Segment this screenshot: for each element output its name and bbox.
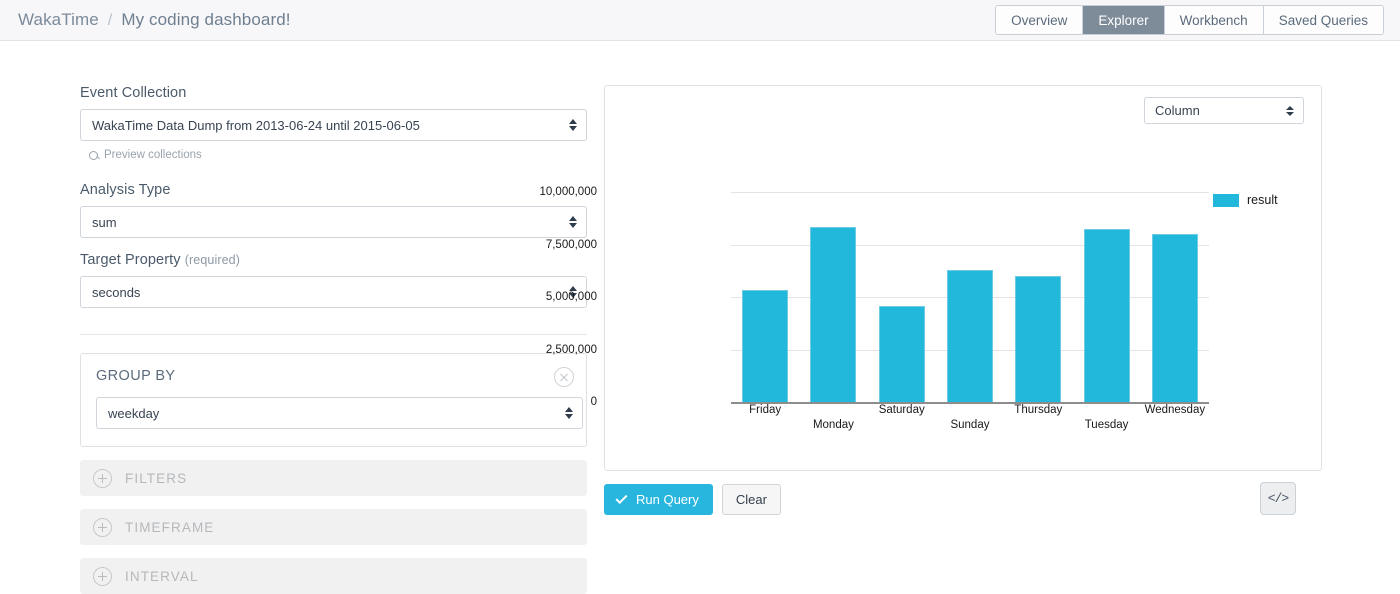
y-axis-tick-label: 2,500,000	[545, 343, 597, 356]
bar-slot	[1072, 192, 1140, 402]
stepper-arrows-icon	[569, 216, 577, 228]
plus-circle-icon	[93, 517, 112, 537]
chart-pane: Column result 0 2,500,000 5,000,000 7,500,0…	[539, 41, 1400, 569]
bar-chart: result 0 2,500,000 5,000,000 7,500,000 10,00…	[539, 86, 1323, 472]
y-axis-tick-label: 5,000,000	[545, 291, 597, 303]
target-property-label-text: Target Property	[80, 252, 181, 268]
timeframe-accordion[interactable]: TIMEFRAME	[80, 509, 587, 545]
bar[interactable]	[1083, 228, 1130, 402]
close-icon[interactable]	[554, 367, 574, 387]
y-axis-tick-label: 7,500,000	[545, 238, 597, 251]
target-property-value: seconds	[92, 284, 141, 300]
bar[interactable]	[1151, 234, 1198, 402]
group-by-value: weekday	[108, 405, 160, 421]
section-divider	[80, 334, 587, 335]
preview-collections-link[interactable]: Preview collections	[89, 149, 590, 161]
bar-slot	[868, 192, 936, 402]
tab-saved-queries[interactable]: Saved Queries	[1263, 6, 1383, 34]
nav-tabs: Overview Explorer Workbench Saved Querie…	[995, 5, 1384, 35]
tab-workbench[interactable]: Workbench	[1164, 6, 1264, 34]
query-builder-sidebar: Event Collection WakaTime Data Dump from…	[0, 41, 590, 594]
bar[interactable]	[1015, 276, 1062, 402]
target-property-label: Target Property (required)	[80, 252, 590, 268]
breadcrumb: WakaTime / My coding dashboard!	[18, 10, 291, 30]
clear-button[interactable]: Clear	[721, 484, 781, 515]
bar-slot	[936, 192, 1004, 402]
filters-accordion[interactable]: FILTERS	[80, 460, 587, 496]
x-axis-tick-label: Thursday	[1014, 404, 1063, 416]
bar[interactable]	[810, 227, 857, 402]
run-query-label: Run Query	[636, 492, 699, 507]
x-axis-tick-label: Tuesday	[1084, 419, 1129, 431]
bar[interactable]	[742, 289, 789, 402]
x-axis-tick-label: Friday	[749, 404, 782, 416]
x-axis-tick-label: Sunday	[950, 419, 990, 431]
legend-swatch	[1213, 193, 1239, 207]
preview-collections-label: Preview collections	[104, 149, 202, 161]
analysis-type-value: sum	[92, 214, 117, 230]
event-collection-value: WakaTime Data Dump from 2013-06-24 until…	[92, 117, 420, 133]
chart-legend: result	[1213, 193, 1278, 207]
bar-slot	[799, 192, 867, 402]
x-axis-labels: Friday Monday Saturday Sunday Thursday Tuesda…	[731, 404, 1209, 431]
interval-accordion[interactable]: INTERVAL	[80, 558, 587, 594]
x-axis-tick-label: Saturday	[878, 404, 925, 416]
check-icon	[615, 491, 628, 505]
tab-explorer[interactable]: Explorer	[1083, 6, 1165, 34]
filters-label: FILTERS	[125, 470, 188, 486]
top-bar: WakaTime / My coding dashboard! Overview…	[0, 0, 1400, 41]
bar[interactable]	[878, 306, 925, 402]
event-collection-select[interactable]: WakaTime Data Dump from 2013-06-24 until…	[80, 109, 587, 141]
breadcrumb-separator: /	[107, 12, 113, 29]
group-by-title: GROUP BY	[96, 368, 176, 384]
analysis-type-select[interactable]: sum	[80, 206, 587, 238]
y-axis-tick-label: 10,000,000	[539, 186, 597, 198]
tab-overview[interactable]: Overview	[996, 6, 1084, 34]
y-axis-tick-label: 0	[590, 396, 597, 408]
plot-area: 0 2,500,000 5,000,000 7,500,000 10,000,000	[539, 186, 1209, 408]
chart-card: Column result 0 2,500,000 5,000,000 7,500,0…	[539, 85, 1323, 472]
analysis-type-label: Analysis Type	[80, 182, 171, 198]
stepper-arrows-icon	[569, 119, 577, 131]
target-property-select[interactable]: seconds	[80, 276, 587, 308]
plus-circle-icon	[93, 468, 112, 488]
interval-label: INTERVAL	[125, 568, 199, 584]
search-icon	[89, 150, 98, 160]
bar-slot	[731, 192, 799, 402]
group-by-select[interactable]: weekday	[96, 397, 583, 429]
brand-name[interactable]: WakaTime	[18, 10, 99, 30]
legend-label: result	[1247, 193, 1278, 207]
bar-series	[731, 192, 1209, 402]
group-by-card: GROUP BY weekday	[80, 353, 587, 447]
plus-circle-icon	[93, 566, 112, 586]
code-icon[interactable]: </>	[1260, 482, 1296, 515]
bar-slot	[1004, 192, 1072, 402]
x-axis-tick-label: Wednesday	[1144, 404, 1206, 416]
target-property-required-note: (required)	[184, 253, 240, 267]
page-title: My coding dashboard!	[121, 10, 291, 29]
bar[interactable]	[946, 270, 993, 402]
chart-actions: Run Query Clear	[604, 484, 781, 515]
event-collection-label: Event Collection	[80, 85, 187, 101]
stepper-arrows-icon	[565, 407, 573, 419]
timeframe-label: TIMEFRAME	[125, 519, 215, 535]
run-query-button[interactable]: Run Query	[604, 484, 713, 515]
bar-slot	[1141, 192, 1209, 402]
main-content: Event Collection WakaTime Data Dump from…	[0, 41, 1400, 594]
x-axis-tick-label: Monday	[812, 419, 854, 431]
